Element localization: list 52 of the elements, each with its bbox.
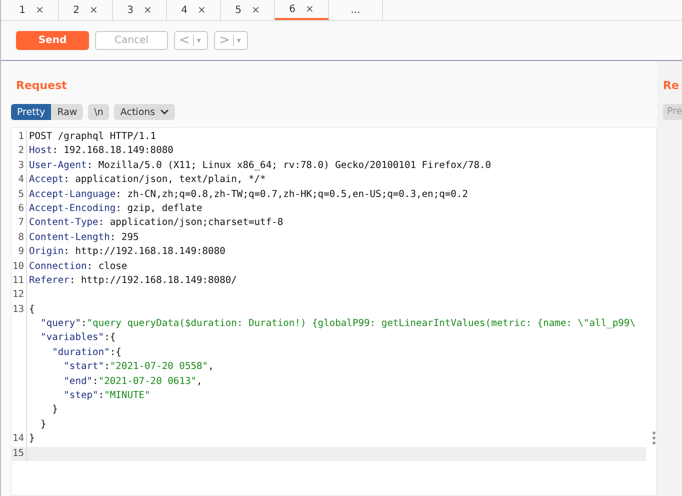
code-line: "end":"2021-07-20 0613", — [62, 374, 202, 389]
line-number: 14 — [12, 433, 24, 444]
line-number: 5 — [18, 188, 24, 200]
chevron-icon — [160, 109, 170, 115]
line-number: 2 — [18, 145, 24, 156]
code-line: Origin: http://192.168.18.149:8080 — [28, 245, 226, 260]
code-line: Connection: close — [28, 260, 128, 274]
line-number: 9 — [18, 246, 24, 258]
code-line: "duration":{ — [51, 346, 122, 360]
request-tab[interactable]: 4 × — [167, 0, 221, 20]
code-line: } — [40, 418, 46, 432]
line-number: 11 — [12, 274, 24, 286]
code-line: Content-Length: 295 — [28, 230, 139, 245]
request-tab[interactable]: 6 × — [275, 0, 329, 20]
line-number: 12 — [12, 289, 24, 300]
line-number: 4 — [18, 174, 24, 186]
line-number: 15 — [12, 448, 24, 459]
request-tab[interactable]: 5 × — [221, 0, 275, 20]
request-tab[interactable]: ... — [329, 0, 383, 20]
line-number: 13 — [12, 304, 24, 315]
code-line: User-Agent: Mozilla/5.0 (X11; Linux x86_64; rv:78.0) Gecko/20100101 Firefox/78.0 — [28, 158, 492, 173]
code-line: "step":"MINUTE" — [62, 389, 150, 404]
code-line: "variables":{ — [40, 331, 116, 346]
view-tab[interactable]: Raw — [51, 104, 84, 120]
code-line: "start":"2021-07-20 0558", — [62, 360, 214, 374]
code-line: } — [51, 403, 58, 418]
line-number: 6 — [18, 202, 24, 214]
line-number: 1 — [18, 131, 24, 142]
code-line: Accept-Encoding: gzip, deflate — [28, 202, 202, 216]
view-tab[interactable]: \n — [88, 104, 110, 120]
code-line: Host: 192.168.18.149:8080 — [28, 144, 174, 158]
line-number: 3 — [18, 160, 24, 171]
code-line: "query":"query queryData($duration: Duration!) {globalP99: getLinearIntValues(metric: {name: \"all_p99\ — [40, 317, 636, 332]
line-number: 7 — [18, 217, 24, 228]
request-tab[interactable]: 2 × — [59, 0, 113, 20]
code-line: } — [28, 432, 35, 446]
panel-title: Request — [16, 79, 68, 94]
code-line: Accept: application/json, text/plain, */* — [28, 173, 266, 188]
code-line: { — [28, 302, 35, 317]
request-tab[interactable]: 1 × — [5, 0, 59, 20]
code-line: Accept-Language: zh-CN,zh;q=0.8,zh-TW;q=0.7,zh-HK;q=0.5,en-US;q=0.3,en;q=0.2 — [28, 188, 468, 202]
more-icon[interactable] — [652, 431, 656, 445]
panel-title: Re — [663, 79, 680, 94]
actions-button[interactable]: Actions — [114, 104, 176, 120]
code-editor[interactable] — [11, 127, 657, 496]
code-line: Content-Type: application/json;charset=utf-8 — [28, 216, 284, 230]
line-number: 10 — [12, 260, 24, 272]
view-tab[interactable]: Pretty — [11, 104, 52, 120]
code-line: POST /graphql HTTP/1.1 — [28, 130, 156, 144]
request-tab[interactable]: 3 × — [113, 0, 167, 20]
line-number: 8 — [18, 232, 24, 243]
code-line: Referer: http://192.168.18.149:8080/ — [28, 274, 237, 288]
